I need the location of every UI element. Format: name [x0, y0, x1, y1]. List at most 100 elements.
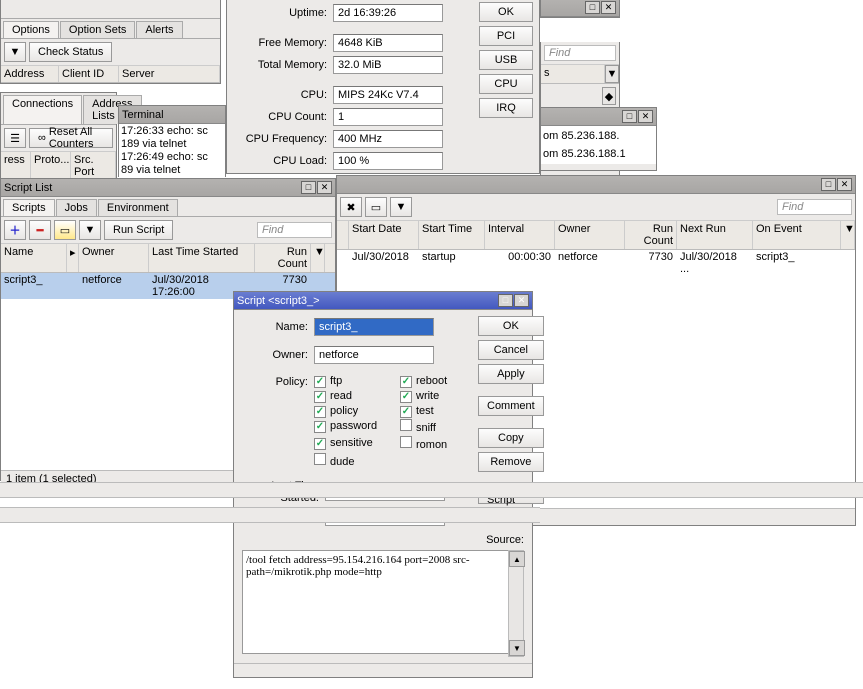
cancel-button[interactable]: Cancel — [478, 340, 544, 360]
cpu-freq-label: CPU Frequency: — [233, 133, 333, 145]
rule-icon[interactable]: ☰ — [4, 128, 26, 148]
add-button[interactable]: ＋ — [4, 220, 26, 240]
remove-button[interactable]: ━ — [29, 220, 51, 240]
col-client[interactable]: Client ID — [59, 66, 119, 82]
close-button[interactable] — [601, 1, 616, 14]
find-input[interactable]: Find — [777, 199, 852, 215]
col-interval[interactable]: Interval — [485, 221, 555, 249]
cpu-count-value: 1 — [333, 108, 443, 126]
col-menu[interactable]: ▼ — [311, 244, 325, 272]
col-flag[interactable] — [337, 221, 349, 249]
owner-value: netforce — [314, 346, 434, 364]
chk-read[interactable]: read — [314, 389, 400, 404]
cpu-button[interactable]: CPU — [479, 74, 533, 94]
check-status-button[interactable]: Check Status — [29, 42, 112, 62]
col-sort[interactable]: ▸ — [67, 244, 79, 272]
comment-button[interactable]: Comment — [478, 396, 544, 416]
tab-alerts[interactable]: Alerts — [136, 21, 182, 38]
chk-password[interactable]: password — [314, 419, 400, 436]
comment-button[interactable]: ▭ — [54, 220, 76, 240]
source-textarea[interactable] — [242, 550, 524, 654]
filter-icon[interactable]: ▼ — [390, 197, 412, 217]
usb-button[interactable]: USB — [479, 50, 533, 70]
bottom-bar-1 — [0, 482, 863, 498]
col-src-port[interactable]: Src. Port — [71, 152, 116, 180]
run-script-button[interactable]: Run Script — [104, 220, 173, 240]
col-owner[interactable]: Owner — [79, 244, 149, 272]
chk-ftp[interactable]: ftp — [314, 374, 400, 389]
cpu-freq-value: 400 MHz — [333, 130, 443, 148]
script-list-title: Script List — [4, 182, 52, 194]
col-stub[interactable]: s — [541, 65, 605, 83]
col-start-date[interactable]: Start Date — [349, 221, 419, 249]
dropdown-icon[interactable]: ▼ — [605, 65, 619, 83]
col-name[interactable]: Name — [1, 244, 67, 272]
chk-policy[interactable]: policy — [314, 404, 400, 419]
col-on-event[interactable]: On Event — [753, 221, 841, 249]
close-button[interactable] — [837, 178, 852, 191]
col-server[interactable]: Server — [119, 66, 220, 82]
col-next-run[interactable]: Next Run — [677, 221, 753, 249]
chk-sensitive[interactable]: sensitive — [314, 436, 400, 453]
comment-icon[interactable]: ▭ — [365, 197, 387, 217]
reset-counters-button[interactable]: ∞Reset All Counters — [29, 128, 113, 148]
find-input[interactable]: Find — [544, 45, 616, 61]
funnel-icon[interactable]: ▼ — [4, 42, 26, 62]
find-input[interactable]: Find — [257, 222, 332, 238]
maximize-button[interactable] — [585, 1, 600, 14]
col-address[interactable]: Address — [1, 66, 59, 82]
add-icon[interactable]: ◆ — [602, 87, 616, 105]
name-input[interactable]: script3_ — [314, 318, 434, 336]
chk-write[interactable]: write — [400, 389, 470, 404]
tab-option-sets[interactable]: Option Sets — [60, 21, 135, 38]
uptime-value: 2d 16:39:26 — [333, 4, 443, 22]
close-button[interactable] — [638, 110, 653, 123]
col-run-count[interactable]: Run Count — [625, 221, 677, 249]
close-button[interactable] — [514, 294, 529, 307]
col-run-count[interactable]: Run Count — [255, 244, 311, 272]
dialog-status — [234, 663, 532, 677]
close-button[interactable] — [317, 181, 332, 194]
irq-button[interactable]: IRQ — [479, 98, 533, 118]
maximize-button[interactable] — [622, 110, 637, 123]
col-start-time[interactable]: Start Time — [419, 221, 485, 249]
chk-reboot[interactable]: reboot — [400, 374, 470, 389]
cpu-label: CPU: — [233, 89, 333, 101]
total-mem-label: Total Memory: — [233, 59, 333, 71]
scroll-down-icon[interactable]: ▼ — [509, 640, 525, 656]
ok-button[interactable]: OK — [478, 316, 544, 336]
filter-button[interactable]: ▼ — [79, 220, 101, 240]
pci-button[interactable]: PCI — [479, 26, 533, 46]
tab-options[interactable]: Options — [3, 21, 59, 38]
remove-button[interactable]: Remove — [478, 452, 544, 472]
scroll-up-icon[interactable]: ▲ — [509, 551, 525, 567]
chk-sniff[interactable]: sniff — [400, 419, 470, 436]
chk-romon[interactable]: romon — [400, 436, 470, 453]
chk-test[interactable]: test — [400, 404, 470, 419]
terminal-body: 17:26:33 echo: sc 189 via telnet 17:26:4… — [119, 124, 225, 178]
tab-scripts[interactable]: Scripts — [3, 199, 55, 216]
name-label: Name: — [240, 321, 314, 333]
log-fragment: om 85.236.188. om 85.236.188.1 — [541, 126, 656, 164]
apply-button[interactable]: Apply — [478, 364, 544, 384]
tab-jobs[interactable]: Jobs — [56, 199, 97, 216]
maximize-button[interactable] — [498, 294, 513, 307]
copy-button[interactable]: Copy — [478, 428, 544, 448]
terminal-title: Terminal — [122, 109, 164, 121]
owner-label: Owner: — [240, 349, 314, 361]
schedule-row[interactable]: Jul/30/2018 startup 00:00:30 netforce 77… — [337, 250, 855, 276]
col-last-started[interactable]: Last Time Started — [149, 244, 255, 272]
col-owner[interactable]: Owner — [555, 221, 625, 249]
maximize-button[interactable] — [821, 178, 836, 191]
cpu-count-label: CPU Count: — [233, 111, 333, 123]
col-menu[interactable]: ▼ — [841, 221, 855, 249]
maximize-button[interactable] — [301, 181, 316, 194]
ok-button[interactable]: OK — [479, 2, 533, 22]
disable-icon[interactable]: ✖ — [340, 197, 362, 217]
chk-dude[interactable]: dude — [314, 453, 400, 470]
source-label: Source: — [234, 534, 532, 550]
col-ress[interactable]: ress — [1, 152, 31, 180]
col-proto[interactable]: Proto... — [31, 152, 71, 180]
tab-connections[interactable]: Connections — [3, 95, 82, 124]
tab-environment[interactable]: Environment — [98, 199, 178, 216]
